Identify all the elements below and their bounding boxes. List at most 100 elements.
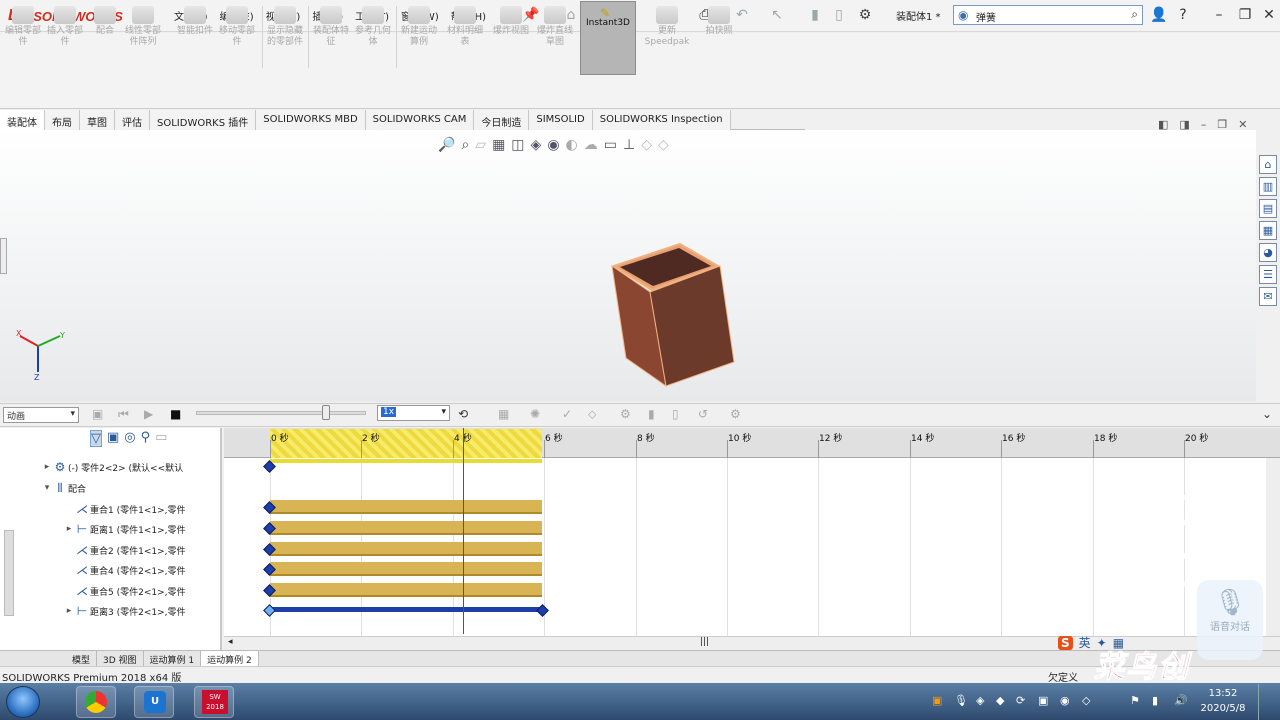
- display-style-icon[interactable]: ◈: [531, 137, 542, 153]
- assembly-features-button[interactable]: 装配体特征: [312, 6, 350, 70]
- playback-speed-select[interactable]: 1x ▾: [377, 405, 450, 421]
- tab-inspection[interactable]: SOLIDWORKS Inspection: [592, 110, 731, 130]
- sogou-ime-icon[interactable]: S: [1058, 635, 1073, 650]
- collapse-icon[interactable]: ▾: [42, 483, 52, 493]
- doc-minimize-icon[interactable]: –: [1201, 118, 1207, 131]
- linear-pattern-button[interactable]: 线性零部件阵列: [124, 6, 162, 70]
- motor-icon[interactable]: ⚙: [620, 407, 631, 421]
- scroll-left-icon[interactable]: ◂: [228, 637, 233, 647]
- render-icon[interactable]: ◇: [641, 137, 652, 153]
- tray-app-icon[interactable]: ▣: [932, 694, 942, 707]
- move-component-button[interactable]: 移动零部件: [218, 6, 256, 70]
- tray-network-icon[interactable]: ◈: [976, 694, 984, 707]
- tray-app3-icon[interactable]: ◉: [1060, 694, 1070, 707]
- close-icon[interactable]: ✕: [1260, 6, 1278, 24]
- tree-row[interactable]: ▸ ⊢ 距离1 (零件1<1>,零件: [0, 519, 220, 539]
- tray-app2-icon[interactable]: ▣: [1038, 694, 1048, 707]
- tray-flag-icon[interactable]: ⚑: [1130, 694, 1140, 707]
- doc-restore-icon[interactable]: ❐: [1217, 118, 1227, 131]
- tree-row[interactable]: ⋌ 重合1 (零件1<1>,零件: [0, 499, 220, 519]
- explode-line-sketch-button[interactable]: 爆炸直线草图: [536, 6, 574, 70]
- tab-addins[interactable]: SOLIDWORKS 插件: [150, 110, 257, 130]
- new-motion-study-button[interactable]: 新建运动算例: [400, 6, 438, 70]
- hollow-box-part[interactable]: [604, 236, 740, 392]
- animation-wizard-icon[interactable]: ✺: [530, 407, 540, 421]
- options-gear-icon[interactable]: ⚙: [856, 6, 874, 24]
- edit-appearance-icon[interactable]: ◐: [566, 137, 578, 153]
- doc-close-icon[interactable]: ✕: [1238, 118, 1247, 131]
- hide-show-icon[interactable]: ◉: [547, 137, 559, 153]
- filter-results-icon[interactable]: ⚲: [141, 430, 151, 447]
- autokey-icon[interactable]: ✓: [562, 407, 572, 421]
- tree-scrollbar[interactable]: [4, 530, 14, 616]
- tab-assembly[interactable]: 装配体: [0, 110, 45, 130]
- tab-motion-study-2[interactable]: 运动算例 2: [201, 651, 259, 666]
- previous-view-icon[interactable]: ▱: [475, 137, 486, 153]
- file-explorer-icon[interactable]: ▤: [1259, 199, 1277, 218]
- instant3d-button[interactable]: ✎ Instant3D: [580, 1, 636, 75]
- timeline-vertical-scrollbar[interactable]: [1266, 458, 1280, 636]
- tray-mic-icon[interactable]: 🎙: [954, 694, 968, 707]
- tree-row[interactable]: ▾ ⫴ 配合: [0, 478, 220, 498]
- tray-signal-icon[interactable]: ▮: [1152, 694, 1158, 707]
- tray-sync-icon[interactable]: ⟳: [1016, 694, 1025, 707]
- exploded-view-button[interactable]: 爆炸视图: [492, 6, 530, 70]
- apply-scene-icon[interactable]: ☁: [584, 137, 598, 153]
- ime-language-label[interactable]: 英: [1079, 634, 1091, 651]
- tab-3d-views[interactable]: 3D 视图: [97, 651, 144, 666]
- filter-driving-icon[interactable]: ▣: [107, 430, 119, 447]
- tray-volume-icon[interactable]: 🔊: [1174, 694, 1188, 707]
- tab-mbd[interactable]: SOLIDWORKS MBD: [256, 110, 366, 130]
- reference-geometry-button[interactable]: 参考几何体: [354, 6, 392, 70]
- motion-study-properties-icon[interactable]: ⚙: [730, 407, 741, 421]
- play-icon[interactable]: ▶: [144, 407, 153, 421]
- scroll-thumb-icon[interactable]: |||: [700, 637, 709, 647]
- filter-animated-icon[interactable]: ▽: [90, 430, 102, 447]
- insert-components-button[interactable]: 插入零部件: [46, 6, 84, 70]
- damper-icon[interactable]: ▯: [672, 407, 679, 421]
- view-settings-icon[interactable]: ▭: [604, 137, 617, 153]
- mate-timeline-bar[interactable]: [270, 562, 542, 576]
- playback-mode-icon[interactable]: ⟲: [458, 407, 468, 421]
- add-key-icon[interactable]: ⬦: [588, 407, 596, 422]
- tile-left-icon[interactable]: ◧: [1158, 118, 1168, 131]
- taskbar-clock[interactable]: 13:52 2020/5/8: [1198, 686, 1248, 716]
- collapse-motion-manager-icon[interactable]: ⌄: [1262, 407, 1272, 421]
- chrome-taskbar-button[interactable]: [76, 686, 116, 718]
- mate-timeline-bar[interactable]: [270, 583, 542, 597]
- study-type-select[interactable]: 动画 ▾: [3, 407, 79, 423]
- restore-icon[interactable]: ❐: [1236, 6, 1254, 24]
- tab-layout[interactable]: 布局: [45, 110, 80, 130]
- smart-fasteners-button[interactable]: 智能扣件: [176, 6, 214, 70]
- solidworks-taskbar-button[interactable]: SW 2018: [194, 686, 234, 718]
- autoresize-icon[interactable]: ▭: [155, 430, 167, 447]
- tray-shield-icon[interactable]: ◇: [1082, 694, 1090, 707]
- triad-icon[interactable]: ⊥: [623, 137, 635, 153]
- custom-properties-icon[interactable]: ☰: [1259, 265, 1277, 284]
- mate-timeline-bar[interactable]: [270, 542, 542, 556]
- help-icon[interactable]: ?: [1174, 6, 1192, 24]
- time-bar[interactable]: [463, 428, 464, 634]
- start-button[interactable]: [6, 686, 40, 718]
- expand-icon[interactable]: ▸: [42, 462, 52, 472]
- forum-icon[interactable]: ✉: [1259, 287, 1277, 306]
- file-properties-icon[interactable]: ▯: [830, 6, 848, 24]
- tab-manufacturing[interactable]: 今日制造: [474, 110, 530, 130]
- tree-row[interactable]: ▸ ⊢ 距离3 (零件2<1>,零件: [0, 601, 220, 621]
- tab-simsolid[interactable]: SIMSOLID: [529, 110, 593, 130]
- tab-sketch[interactable]: 草图: [80, 110, 115, 130]
- render-tools-icon[interactable]: ◇: [658, 137, 669, 153]
- playback-slider-thumb[interactable]: [322, 405, 330, 420]
- tray-security-icon[interactable]: ◆: [996, 694, 1004, 707]
- view-palette-icon[interactable]: ▦: [1259, 221, 1277, 240]
- minimize-icon[interactable]: –: [1210, 6, 1228, 24]
- tab-evaluate[interactable]: 评估: [115, 110, 150, 130]
- calculate-icon[interactable]: ▣: [92, 407, 103, 421]
- force-icon[interactable]: ↺: [698, 407, 708, 421]
- select-icon[interactable]: ↖: [768, 6, 786, 24]
- zoom-area-icon[interactable]: ⌕: [461, 137, 469, 153]
- save-animation-icon[interactable]: ▦: [498, 407, 509, 421]
- distance-change-bar[interactable]: [270, 607, 542, 612]
- stop-icon[interactable]: ■: [170, 407, 181, 421]
- spring-icon[interactable]: ▮: [648, 407, 655, 421]
